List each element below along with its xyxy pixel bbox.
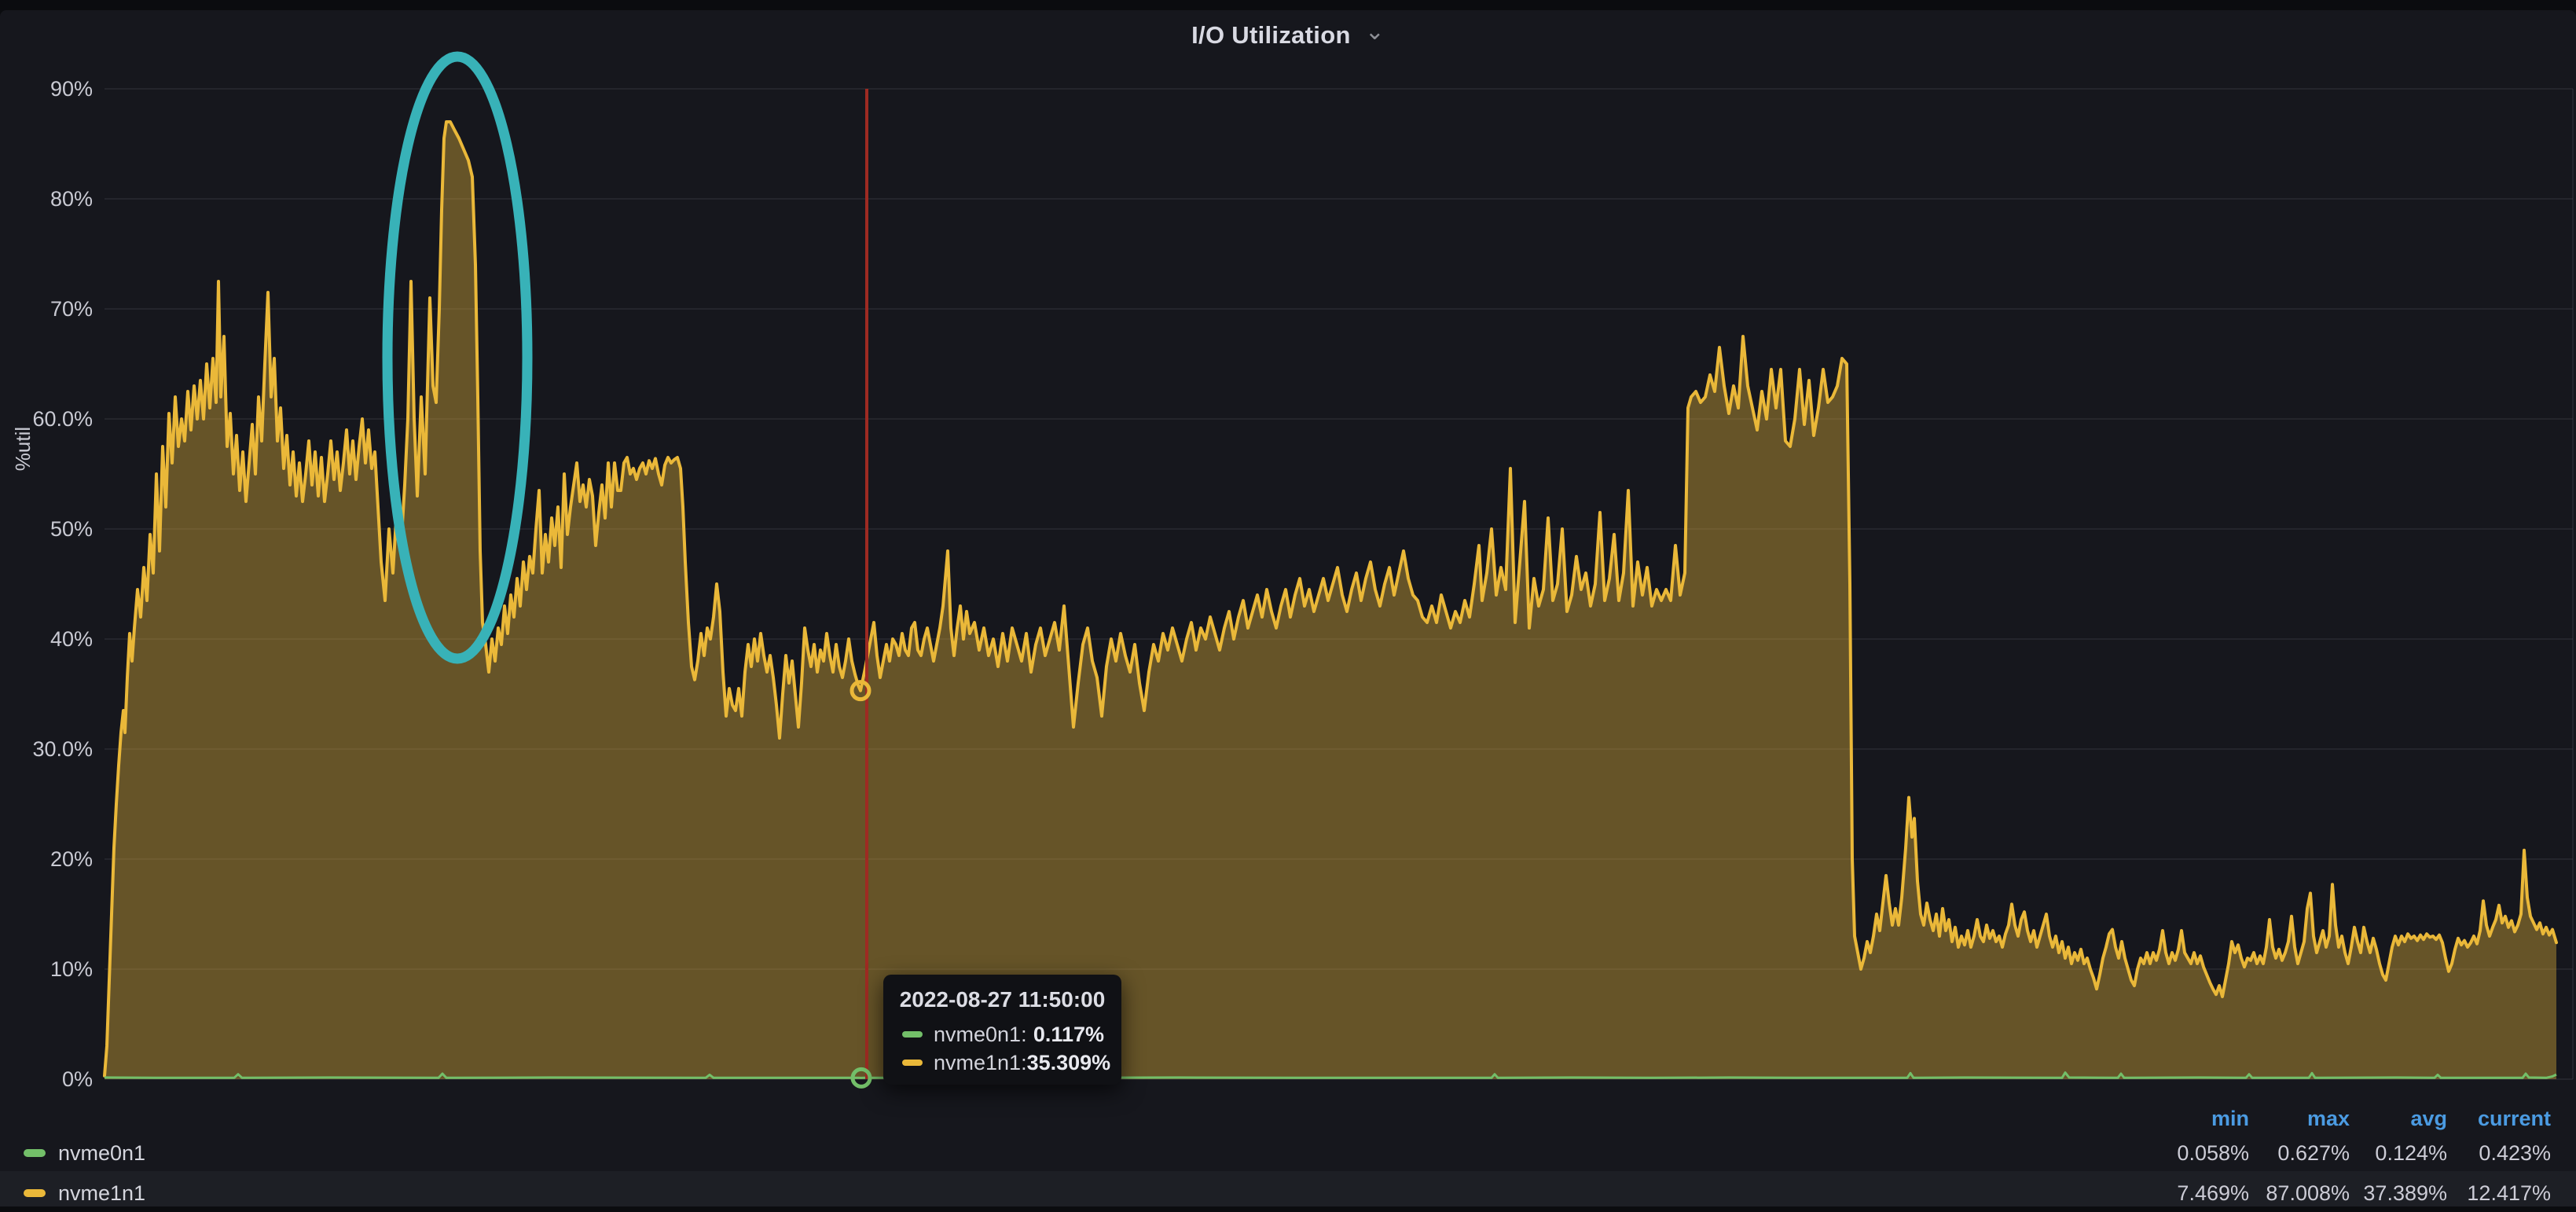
io-utilization-chart[interactable] bbox=[0, 0, 2576, 1212]
series-swatch-green[interactable] bbox=[24, 1149, 46, 1157]
nvme1n1-area bbox=[105, 122, 2556, 1079]
tooltip-series-label: nvme1n1: bbox=[934, 1051, 1027, 1075]
series-color-dash-green bbox=[902, 1031, 923, 1038]
tooltip-series-value: 35.309% bbox=[1027, 1051, 1111, 1075]
legend-series-name[interactable]: nvme0n1 bbox=[58, 1140, 145, 1166]
legend-row-nvme1n1: nvme1n1 7.469% 87.008% 37.389% 12.417% bbox=[0, 1181, 2576, 1206]
grafana-io-utilization-panel: { "panel": { "title": "I/O Utilization",… bbox=[0, 0, 2576, 1212]
tooltip-series-label: nvme0n1: bbox=[934, 1023, 1027, 1047]
legend-stat-headers: min max avg current bbox=[0, 1107, 2576, 1130]
series-color-dash-yellow bbox=[902, 1060, 923, 1066]
series-swatch-yellow[interactable] bbox=[24, 1189, 46, 1197]
tooltip-series-value: 0.117% bbox=[1033, 1023, 1104, 1047]
hover-tooltip: 2022-08-27 11:50:00 nvme0n1: 0.117% nvme… bbox=[883, 975, 1121, 1085]
legend-stat-current: 0.423% bbox=[2417, 1140, 2551, 1166]
legend-series-name[interactable]: nvme1n1 bbox=[58, 1181, 145, 1206]
legend-row-nvme0n1: nvme0n1 0.058% 0.627% 0.124% 0.423% bbox=[0, 1140, 2576, 1166]
legend-header-avg[interactable]: avg bbox=[2329, 1107, 2447, 1130]
tooltip-row-nvme1n1: nvme1n1: 35.309% bbox=[902, 1050, 1104, 1075]
legend-stat-current: 12.417% bbox=[2417, 1181, 2551, 1206]
tooltip-row-nvme0n1: nvme0n1: 0.117% bbox=[902, 1022, 1104, 1047]
tooltip-timestamp: 2022-08-27 11:50:00 bbox=[883, 987, 1121, 1012]
panel-bottom-edge bbox=[0, 1206, 2576, 1212]
legend-header-current[interactable]: current bbox=[2433, 1107, 2551, 1130]
